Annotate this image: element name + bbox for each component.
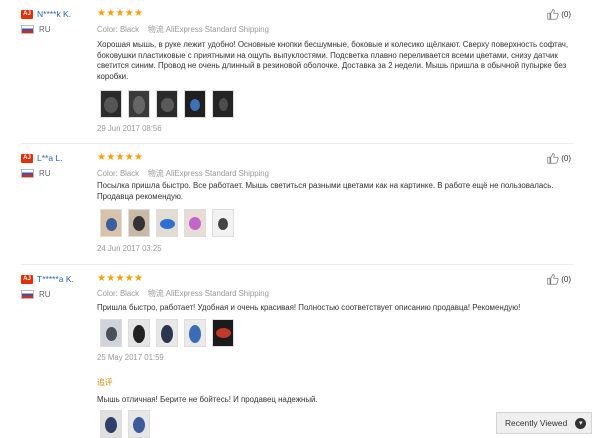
- review-photos: [100, 209, 240, 237]
- review-photo[interactable]: [184, 319, 206, 347]
- color-variant: Color: Black: [97, 25, 140, 34]
- review-photo[interactable]: [128, 319, 150, 347]
- helpful-button[interactable]: (0): [547, 273, 571, 285]
- star-rating: ★★★★★: [97, 152, 144, 163]
- recently-viewed-button[interactable]: Recently Viewed ▾: [496, 412, 592, 434]
- user-level-badge: AJ: [21, 274, 33, 284]
- review-date: 25 May 2017 01:59: [97, 353, 164, 362]
- review-meta: Color: Black 物流 AliExpress Standard Shipp…: [97, 168, 269, 179]
- shipping-method: 物流 AliExpress Standard Shipping: [148, 289, 269, 298]
- shipping-method: 物流 AliExpress Standard Shipping: [148, 25, 269, 34]
- helpful-button[interactable]: (0): [547, 152, 571, 164]
- helpful-count: (0): [561, 9, 571, 19]
- shipping-method: 物流 AliExpress Standard Shipping: [148, 169, 269, 178]
- reviewer-info: AJ L**a L. RU: [21, 152, 96, 179]
- review-photo[interactable]: [156, 319, 178, 347]
- russia-flag-icon: [21, 24, 34, 34]
- russia-flag-icon: [21, 168, 34, 178]
- review-photo[interactable]: [212, 319, 234, 347]
- review-photo[interactable]: [128, 90, 150, 118]
- user-level-badge: AJ: [21, 9, 33, 19]
- review-meta: Color: Black 物流 AliExpress Standard Shipp…: [97, 288, 269, 299]
- reviewer-info: AJ N****k K. RU: [21, 8, 96, 35]
- review-text: Пришла быстро, работает! Удобная и очень…: [97, 303, 521, 312]
- review-photo[interactable]: [100, 410, 122, 438]
- review-photo[interactable]: [184, 90, 206, 118]
- additional-feedback-text: Мышь отличная! Берите не бойтесь! И прод…: [97, 395, 318, 404]
- review-photo[interactable]: [100, 90, 122, 118]
- review-photos: [100, 90, 240, 118]
- helpful-button[interactable]: (0): [547, 8, 571, 20]
- reviewer-country: RU: [39, 289, 51, 299]
- reviewer-info: AJ T*****a K. RU: [21, 273, 96, 300]
- reviewer-name[interactable]: N****k K.: [37, 9, 71, 19]
- thumbs-up-icon: [547, 153, 559, 164]
- reviewer-country: RU: [39, 24, 51, 34]
- review-photo[interactable]: [184, 209, 206, 237]
- recently-viewed-label: Recently Viewed: [505, 418, 568, 428]
- thumbs-up-icon: [547, 9, 559, 20]
- review-divider: [21, 143, 573, 144]
- review-meta: Color: Black 物流 AliExpress Standard Shipp…: [97, 24, 269, 35]
- review-photo[interactable]: [212, 90, 234, 118]
- review-photo[interactable]: [156, 209, 178, 237]
- review-date: 29 Jun 2017 08:56: [97, 124, 162, 133]
- review-photo[interactable]: [100, 319, 122, 347]
- thumbs-up-icon: [547, 274, 559, 285]
- additional-feedback-label: 追评: [97, 378, 113, 387]
- reviewer-name[interactable]: T*****a K.: [37, 274, 74, 284]
- review-photo[interactable]: [212, 209, 234, 237]
- review-photo[interactable]: [128, 209, 150, 237]
- review-item: AJ N****k K. RU ★★★★★ (0) Color: Black 物流…: [0, 8, 600, 136]
- helpful-count: (0): [561, 274, 571, 284]
- review-text: Хорошая мышь, в руке лежит удобно! Основ…: [97, 40, 569, 81]
- reviewer-country: RU: [39, 168, 51, 178]
- helpful-count: (0): [561, 153, 571, 163]
- review-item: AJ L**a L. RU ★★★★★ (0) Color: Black 物流 A…: [0, 152, 600, 258]
- review-photo[interactable]: [128, 410, 150, 438]
- color-variant: Color: Black: [97, 289, 140, 298]
- reviewer-name[interactable]: L**a L.: [37, 153, 63, 163]
- review-photo[interactable]: [100, 209, 122, 237]
- review-date: 24 Jun 2017 03:25: [97, 244, 162, 253]
- star-rating: ★★★★★: [97, 8, 144, 19]
- user-level-badge: AJ: [21, 153, 33, 163]
- russia-flag-icon: [21, 289, 34, 299]
- review-divider: [21, 264, 573, 265]
- review-text: Посылка пришла быстро. Все работает. Мыш…: [97, 181, 554, 201]
- review-photo[interactable]: [156, 90, 178, 118]
- star-rating: ★★★★★: [97, 273, 144, 284]
- review-photos: [100, 319, 240, 347]
- chevron-down-circle-icon: ▾: [575, 417, 587, 429]
- color-variant: Color: Black: [97, 169, 140, 178]
- additional-feedback-photos: [100, 410, 156, 438]
